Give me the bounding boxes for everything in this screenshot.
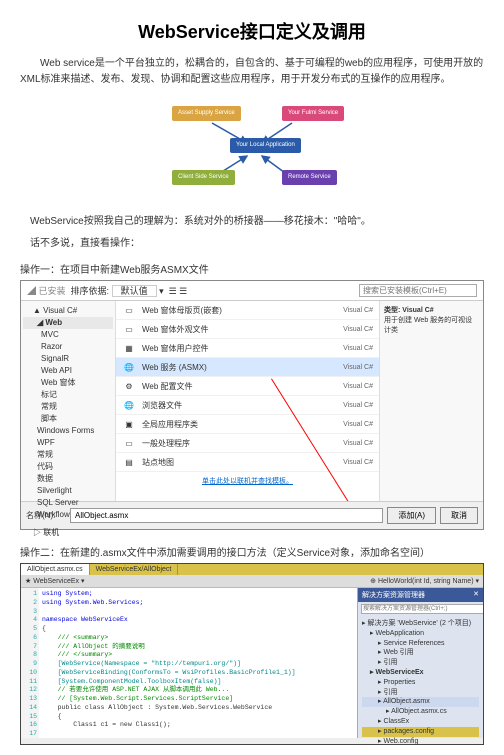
architecture-diagram: Asset Supply Service Your Fulmi Service … <box>20 98 484 201</box>
tree-item[interactable]: Windows Forms <box>23 425 113 437</box>
template-item[interactable]: ▣全局应用程序类Visual C# <box>116 415 379 434</box>
ctrl-icon: ▦ <box>122 342 136 354</box>
template-item[interactable]: ▭Web 窗体母版页(嵌套)Visual C# <box>116 301 379 320</box>
filename-input[interactable] <box>70 508 383 523</box>
diagram-node: Remote Service <box>282 170 337 185</box>
tree-item[interactable]: MVC <box>23 329 113 341</box>
globe-icon: 🌐 <box>122 399 136 411</box>
solution-node[interactable]: ▸ Service References <box>362 639 479 649</box>
tree-item[interactable]: 脚本 <box>23 413 113 425</box>
solution-search-input[interactable] <box>361 604 484 614</box>
solution-node[interactable]: ▸ WebServiceEx <box>362 668 479 678</box>
editor-tabs[interactable]: AllObject.asmx.cs WebServiceEx/AllObject <box>21 564 483 575</box>
template-item[interactable]: ▤站点地图Visual C# <box>116 453 379 472</box>
tree-item[interactable]: ▲ Visual C# <box>23 305 113 317</box>
tree-item[interactable]: 代码 <box>23 461 113 473</box>
page-icon: ▭ <box>122 304 136 316</box>
close-icon[interactable]: ✕ <box>473 590 479 600</box>
template-item[interactable]: ▦Web 窗体用户控件Visual C# <box>116 339 379 358</box>
map-icon: ▤ <box>122 456 136 468</box>
template-item[interactable]: 🌐Web 服务 (ASMX)Visual C# <box>116 358 379 377</box>
tree-item[interactable]: 标记 <box>23 389 113 401</box>
page-icon: ▭ <box>122 437 136 449</box>
step-1-label: 操作一：在项目中新建Web服务ASMX文件 <box>20 261 484 276</box>
tree-item[interactable]: 常规 <box>23 401 113 413</box>
solution-node[interactable]: ▸ Web 引用 <box>362 648 479 658</box>
solution-node[interactable]: ▸ Web.config <box>362 737 479 745</box>
page-icon: ▭ <box>122 323 136 335</box>
diagram-node: Your Fulmi Service <box>282 106 344 121</box>
solution-node[interactable]: ▸ ClassEx <box>362 717 479 727</box>
tree-item[interactable]: 数据 <box>23 473 113 485</box>
template-list[interactable]: ▭Web 窗体母版页(嵌套)Visual C#▭Web 窗体外观文件Visual… <box>116 301 379 501</box>
code-editor[interactable]: 123456789101112131415161718192021222324 … <box>21 588 357 738</box>
tree-item[interactable]: SignalR <box>23 353 113 365</box>
paragraph: 话不多说，直接看操作： <box>20 235 484 253</box>
template-item[interactable]: 🌐浏览器文件Visual C# <box>116 396 379 415</box>
template-item[interactable]: ▭一般处理程序Visual C# <box>116 434 379 453</box>
solution-node[interactable]: ▸ 引用 <box>362 688 479 698</box>
tree-online[interactable]: ▷ 联机 <box>23 527 113 539</box>
tree-item[interactable]: Web API <box>23 365 113 377</box>
tab-active[interactable]: AllObject.asmx.cs <box>21 564 90 575</box>
step-2-label: 操作二：在新建的.asmx文件中添加需要调用的接口方法（定义Service对象，… <box>20 544 484 559</box>
category-tree[interactable]: ▲ Visual C#◢ WebMVCRazorSignalRWeb APIWe… <box>21 301 116 501</box>
solution-explorer[interactable]: 解决方案资源管理器✕ ▸ 解决方案 'WebService' (2 个项目)▸ … <box>357 588 483 738</box>
solution-node[interactable]: ▸ AllObject.asmx.cs <box>362 707 479 717</box>
page-title: WebService接口定义及调用 <box>20 18 484 44</box>
template-item[interactable]: ▭Web 窗体外观文件Visual C# <box>116 320 379 339</box>
new-item-dialog: ◢ 已安装 排序依据: 默认值 ▾ ☰ ☰ ▲ Visual C#◢ WebMV… <box>20 280 484 530</box>
solution-node[interactable]: ▸ Properties <box>362 678 479 688</box>
member-dropdown[interactable]: ⊕ HelloWorld(int Id, string Name) ▾ <box>370 577 479 585</box>
intro-paragraph: Web service是一个平台独立的，松耦合的，自包含的、基于可编程的web的… <box>20 56 484 88</box>
visual-studio-editor: AllObject.asmx.cs WebServiceEx/AllObject… <box>20 563 484 745</box>
cfg-icon: ⚙ <box>122 380 136 392</box>
tree-item[interactable]: Razor <box>23 341 113 353</box>
template-item[interactable]: ⚙Web 配置文件Visual C# <box>116 377 379 396</box>
paragraph: WebService按照我自己的理解为：系统对外的桥接器——移花接木："哈哈"。 <box>20 213 484 231</box>
class-dropdown[interactable]: ★ WebServiceEx ▾ <box>25 577 84 585</box>
app-icon: ▣ <box>122 418 136 430</box>
tree-item[interactable]: ◢ Web <box>23 317 113 329</box>
diagram-node: Client Side Service <box>172 170 235 185</box>
diagram-node-center: Your Local Application <box>230 138 301 153</box>
tree-item[interactable]: Silverlight <box>23 485 113 497</box>
globe-icon: 🌐 <box>122 361 136 373</box>
search-templates-input[interactable] <box>359 284 477 297</box>
tree-item[interactable]: WPF <box>23 437 113 449</box>
diagram-node: Asset Supply Service <box>172 106 241 121</box>
sort-label: ◢ 已安装 排序依据: 默认值 ▾ ☰ ☰ <box>27 284 187 297</box>
solution-node[interactable]: ▸ WebApplication <box>362 629 479 639</box>
tree-item[interactable]: 常规 <box>23 449 113 461</box>
description-panel: 类型: Visual C# 用于创建 Web 服务的可视设计类 <box>379 301 483 501</box>
tab[interactable]: WebServiceEx/AllObject <box>90 564 179 575</box>
cancel-button[interactable]: 取消 <box>440 507 478 524</box>
add-button[interactable]: 添加(A) <box>387 507 436 524</box>
solution-node[interactable]: ▸ AllObject.asmx <box>362 697 479 707</box>
solution-node[interactable]: ▸ 解决方案 'WebService' (2 个项目) <box>362 619 479 629</box>
solution-node[interactable]: ▸ 引用 <box>362 658 479 668</box>
tree-item[interactable]: Web 窗体 <box>23 377 113 389</box>
name-label: 名称(N): <box>26 510 66 521</box>
solution-node[interactable]: ▸ packages.config <box>362 727 479 737</box>
